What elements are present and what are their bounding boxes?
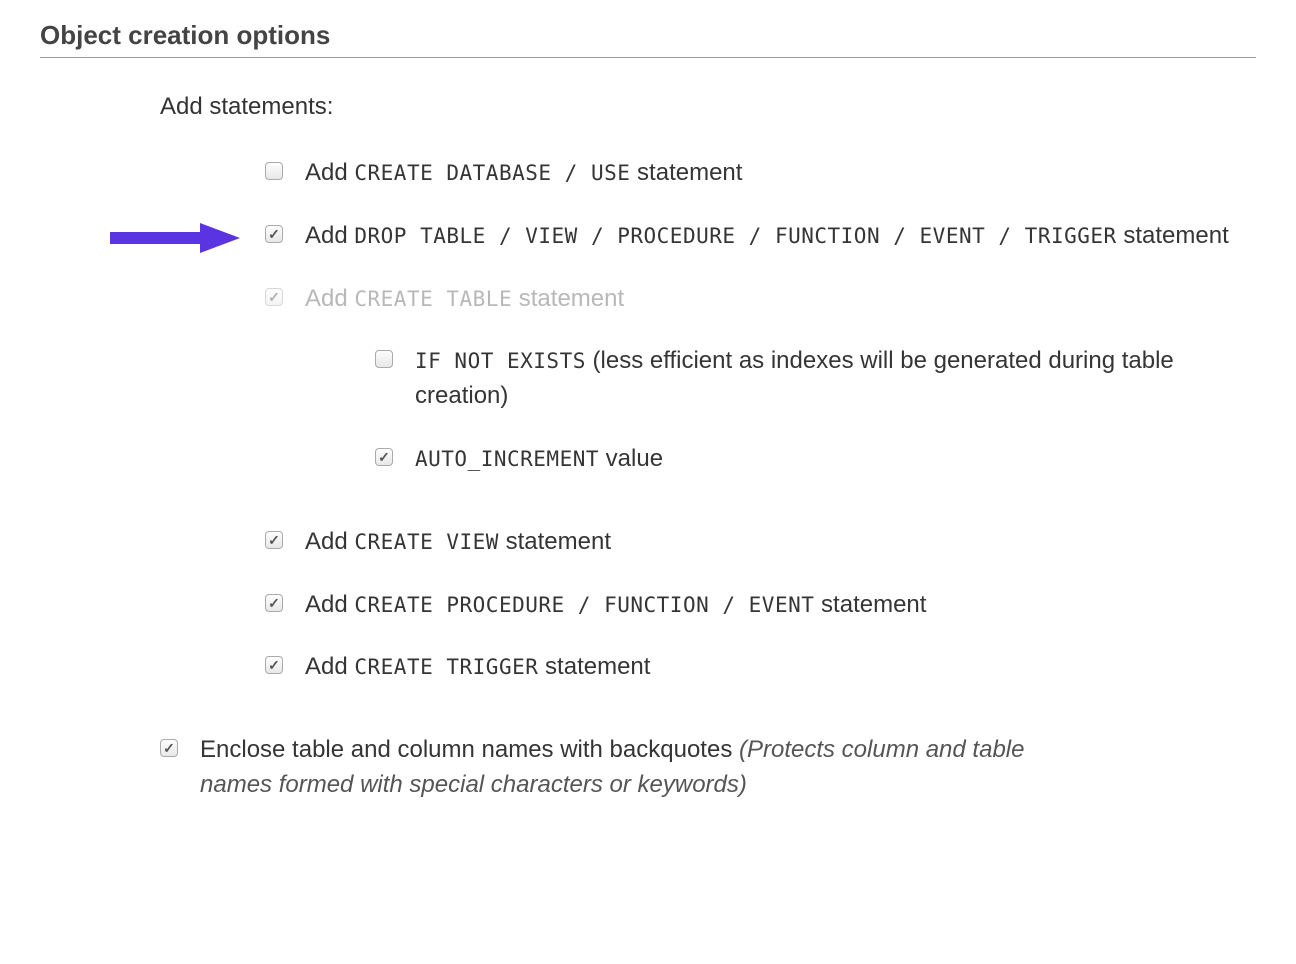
text-suffix: statement xyxy=(1117,222,1229,249)
checkbox-backquotes[interactable] xyxy=(160,739,178,757)
text-suffix: statement xyxy=(814,591,926,618)
option-create-procedure: Add CREATE PROCEDURE / FUNCTION / EVENT … xyxy=(265,588,1256,623)
code-text: CREATE VIEW xyxy=(354,530,499,554)
option-create-view: Add CREATE VIEW statement xyxy=(265,525,1256,560)
code-text: CREATE PROCEDURE / FUNCTION / EVENT xyxy=(354,593,814,617)
label-create-table: Add CREATE TABLE statement xyxy=(305,282,624,317)
text-prefix: Add xyxy=(305,528,354,555)
code-text: IF NOT EXISTS xyxy=(415,349,586,373)
code-text: CREATE DATABASE / USE xyxy=(354,161,630,185)
checkbox-if-not-exists[interactable] xyxy=(375,350,393,368)
label-if-not-exists: IF NOT EXISTS (less efficient as indexes… xyxy=(415,344,1255,414)
checkbox-create-view[interactable] xyxy=(265,531,283,549)
label-backquotes: Enclose table and column names with back… xyxy=(200,733,1100,803)
option-auto-increment: AUTO_INCREMENT value xyxy=(375,442,1256,477)
checkbox-create-table xyxy=(265,288,283,306)
checkbox-create-procedure[interactable] xyxy=(265,594,283,612)
section-title: Object creation options xyxy=(40,20,1256,58)
option-if-not-exists: IF NOT EXISTS (less efficient as indexes… xyxy=(375,344,1256,414)
option-create-database: Add CREATE DATABASE / USE statement xyxy=(265,156,1256,191)
option-drop-table: Add DROP TABLE / VIEW / PROCEDURE / FUNC… xyxy=(245,219,1256,254)
text-suffix: statement xyxy=(630,159,742,186)
arrow-right-icon xyxy=(105,221,240,255)
option-create-trigger: Add CREATE TRIGGER statement xyxy=(265,650,1256,685)
code-text: DROP TABLE / VIEW / PROCEDURE / FUNCTION… xyxy=(354,224,1116,248)
text-suffix: value xyxy=(599,445,663,472)
option-create-table: Add CREATE TABLE statement xyxy=(265,282,1256,317)
code-text: AUTO_INCREMENT xyxy=(415,447,599,471)
text-prefix: Add xyxy=(305,285,354,312)
group-title-add-statements: Add statements: xyxy=(160,93,1256,121)
text-suffix: statement xyxy=(499,528,611,555)
label-create-database: Add CREATE DATABASE / USE statement xyxy=(305,156,742,191)
text-main: Enclose table and column names with back… xyxy=(200,736,739,763)
checkbox-create-trigger[interactable] xyxy=(265,656,283,674)
text-prefix: Add xyxy=(305,653,354,680)
label-auto-increment: AUTO_INCREMENT value xyxy=(415,442,663,477)
label-create-view: Add CREATE VIEW statement xyxy=(305,525,611,560)
checkbox-auto-increment[interactable] xyxy=(375,448,393,466)
code-text: CREATE TRIGGER xyxy=(354,655,538,679)
label-create-trigger: Add CREATE TRIGGER statement xyxy=(305,650,650,685)
text-prefix: Add xyxy=(305,159,354,186)
checkbox-drop-table[interactable] xyxy=(265,225,283,243)
text-suffix: statement xyxy=(512,285,624,312)
text-prefix: Add xyxy=(305,222,354,249)
text-suffix: statement xyxy=(538,653,650,680)
option-backquotes: Enclose table and column names with back… xyxy=(160,733,1256,803)
checkbox-create-database[interactable] xyxy=(265,162,283,180)
label-create-procedure: Add CREATE PROCEDURE / FUNCTION / EVENT … xyxy=(305,588,926,623)
text-prefix: Add xyxy=(305,591,354,618)
code-text: CREATE TABLE xyxy=(354,287,512,311)
label-drop-table: Add DROP TABLE / VIEW / PROCEDURE / FUNC… xyxy=(305,219,1229,254)
